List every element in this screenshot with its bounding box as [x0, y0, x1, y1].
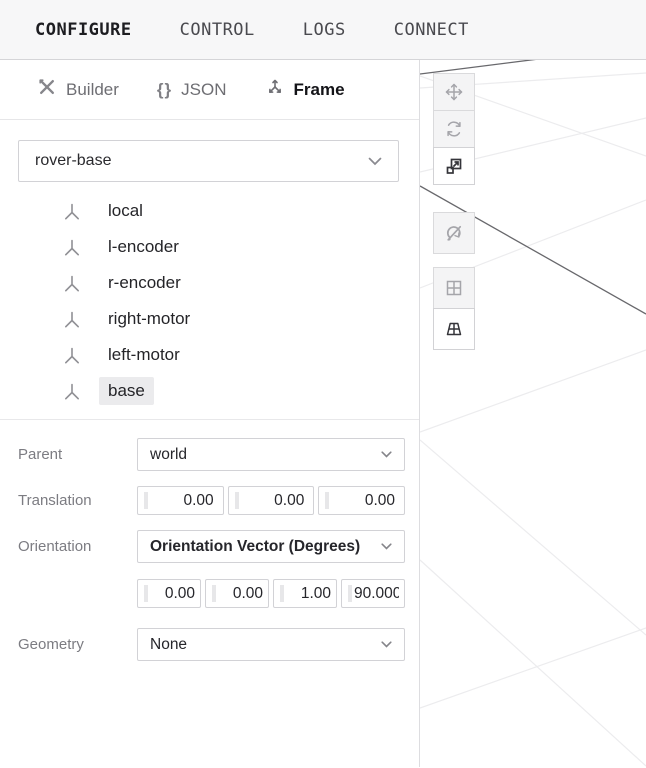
orientation-label: Orientation: [18, 538, 137, 555]
tree-item-r-encoder[interactable]: r-encoder: [18, 265, 399, 301]
rotation-snap-off-icon: [444, 223, 464, 243]
tree-item-right-motor[interactable]: right-motor: [18, 301, 399, 337]
snap-tool-group: [433, 212, 475, 254]
braces-icon: {}: [157, 80, 172, 100]
tree-item-label: local: [99, 197, 152, 225]
component-select[interactable]: rover-base: [18, 140, 399, 182]
chevron-down-icon: [381, 543, 392, 550]
perspective-grid-toggle-button[interactable]: [433, 308, 475, 350]
translation-label: Translation: [18, 492, 137, 509]
translation-z-input[interactable]: [318, 486, 405, 515]
parent-select[interactable]: world: [137, 438, 405, 471]
3d-viewport[interactable]: [420, 60, 646, 767]
tab-json-label: JSON: [181, 80, 226, 100]
tree-item-local[interactable]: local: [18, 193, 399, 229]
tree-item-left-motor[interactable]: left-motor: [18, 337, 399, 373]
tab-frame[interactable]: Frame: [265, 77, 345, 102]
top-nav: CONFIGURE CONTROL LOGS CONNECT: [0, 0, 646, 60]
orientation-type-value: Orientation Vector (Degrees): [150, 538, 360, 556]
perspective-grid-icon: [444, 319, 464, 339]
translation-y-input[interactable]: [228, 486, 315, 515]
tab-builder-label: Builder: [66, 80, 119, 100]
tab-json[interactable]: {} JSON: [157, 80, 227, 100]
move-icon: [444, 82, 464, 102]
frame-axes-icon: [62, 201, 82, 222]
component-select-value: rover-base: [35, 152, 111, 170]
frame-axes-icon: [265, 77, 285, 102]
tree-item-label: r-encoder: [99, 269, 190, 297]
config-mode-tabs: Builder {} JSON Frame: [0, 60, 419, 120]
frame-axes-icon: [62, 273, 82, 294]
frame-axes-icon: [62, 345, 82, 366]
rotate-icon: [444, 119, 464, 139]
grid-tool-group: [433, 267, 475, 350]
frame-tree: local l-encoder r-encoder: [18, 193, 399, 409]
viewport-toolbar: [433, 73, 475, 350]
tab-frame-label: Frame: [294, 80, 345, 100]
geometry-select[interactable]: None: [137, 628, 405, 661]
tab-builder[interactable]: Builder: [37, 77, 119, 102]
orientation-z-input[interactable]: [273, 579, 337, 608]
tree-item-label: l-encoder: [99, 233, 188, 261]
grid-toggle-button[interactable]: [433, 267, 475, 309]
tree-item-label: right-motor: [99, 305, 199, 333]
tree-item-label: left-motor: [99, 341, 189, 369]
frame-axes-icon: [62, 309, 82, 330]
tree-item-l-encoder[interactable]: l-encoder: [18, 229, 399, 265]
chevron-down-icon: [381, 641, 392, 648]
translate-tool-button[interactable]: [433, 73, 475, 111]
frame-form: Parent world Translation: [0, 420, 419, 661]
scale-tool-button[interactable]: [433, 147, 475, 185]
orientation-type-select[interactable]: Orientation Vector (Degrees): [137, 530, 405, 563]
orientation-y-input[interactable]: [205, 579, 269, 608]
orientation-theta-input[interactable]: [341, 579, 405, 608]
rotate-tool-button[interactable]: [433, 110, 475, 148]
translation-x-input[interactable]: [137, 486, 224, 515]
parent-label: Parent: [18, 446, 137, 463]
geometry-select-value: None: [150, 636, 187, 654]
frame-axes-icon: [62, 381, 82, 402]
chevron-down-icon: [381, 451, 392, 458]
parent-select-value: world: [150, 446, 187, 464]
configure-left-panel: Builder {} JSON Frame rover-base: [0, 60, 420, 767]
orientation-x-input[interactable]: [137, 579, 201, 608]
tree-item-base[interactable]: base: [18, 373, 399, 409]
chevron-down-icon: [368, 157, 382, 166]
geometry-label: Geometry: [18, 636, 137, 653]
tab-connect[interactable]: CONNECT: [394, 20, 469, 40]
scale-icon: [444, 156, 464, 176]
grid-icon: [444, 278, 464, 298]
tab-logs[interactable]: LOGS: [303, 20, 346, 40]
rotation-snap-off-button[interactable]: [433, 212, 475, 254]
tab-control[interactable]: CONTROL: [180, 20, 255, 40]
transform-tool-group: [433, 73, 475, 185]
tab-configure[interactable]: CONFIGURE: [35, 20, 132, 40]
frame-axes-icon: [62, 237, 82, 258]
tree-item-label: base: [99, 377, 154, 405]
tools-icon: [37, 77, 57, 102]
